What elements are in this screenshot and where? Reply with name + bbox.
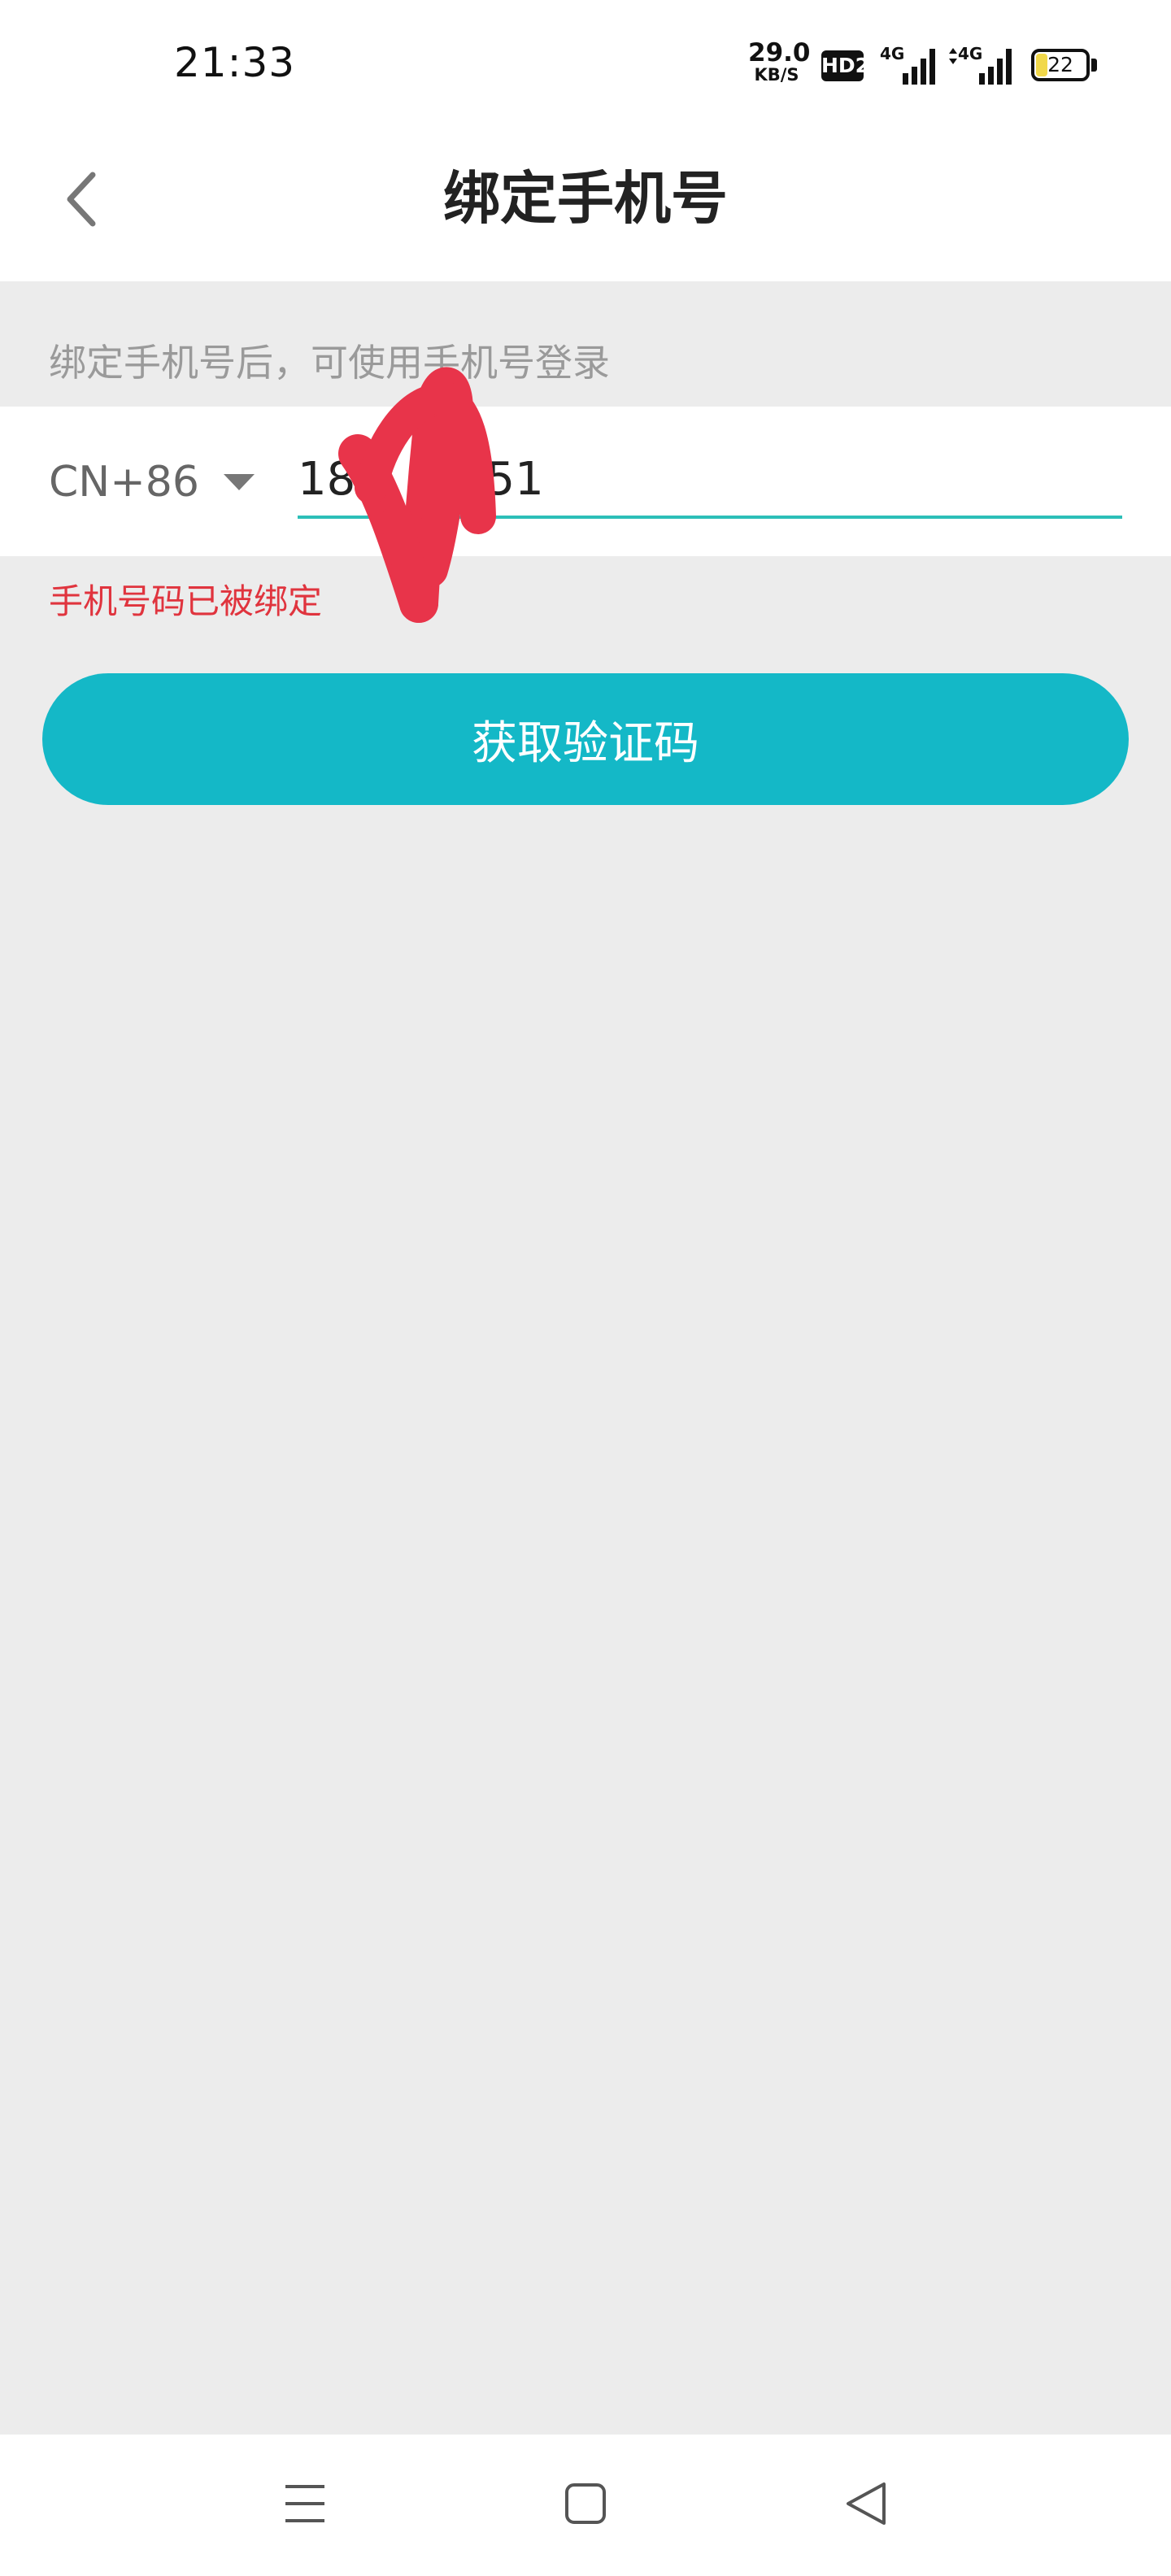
status-time: 21:33 [174,39,296,86]
signal-icon-sim2: 4G [947,44,1015,91]
system-nav-bar [0,2435,1171,2576]
error-message: 手机号码已被绑定 [49,581,323,621]
signal-1-label: 4G [880,44,905,63]
battery-icon: 22 [1031,49,1090,81]
phone-number-input[interactable] [298,442,1122,519]
phone-input-row: CN+86 [0,407,1171,556]
triangle-back-icon [847,2482,886,2525]
nav-back-button[interactable] [817,2467,915,2540]
battery-percent: 22 [1047,53,1073,76]
page-title: 绑定手机号 [443,165,728,232]
menu-icon [285,2485,324,2522]
bind-hint-text: 绑定手机号后，可使用手机号登录 [49,341,610,385]
get-verification-code-button[interactable]: 获取验证码 [42,673,1129,805]
country-code-label: CN+86 [49,458,199,507]
signal-2-label: 4G [958,44,983,63]
status-bar: 21:33 29.0 KB/S HD2 4G 4G 22 [0,0,1171,130]
country-code-selector[interactable]: CN+86 [49,454,255,511]
nav-home-button[interactable] [537,2467,634,2540]
battery-cap [1091,59,1097,72]
network-speed-value: 29.0 [748,38,811,67]
app-header: 绑定手机号 [0,130,1171,281]
hd-voice-icon: HD2 [821,50,869,81]
nav-recents-button[interactable] [256,2467,354,2540]
square-home-icon [565,2483,606,2524]
network-speed-unit: KB/S [754,65,799,85]
caret-down-icon [223,474,255,490]
signal-icon-sim1: 4G [880,44,938,91]
network-speed: 29.0 KB/S [748,38,811,85]
